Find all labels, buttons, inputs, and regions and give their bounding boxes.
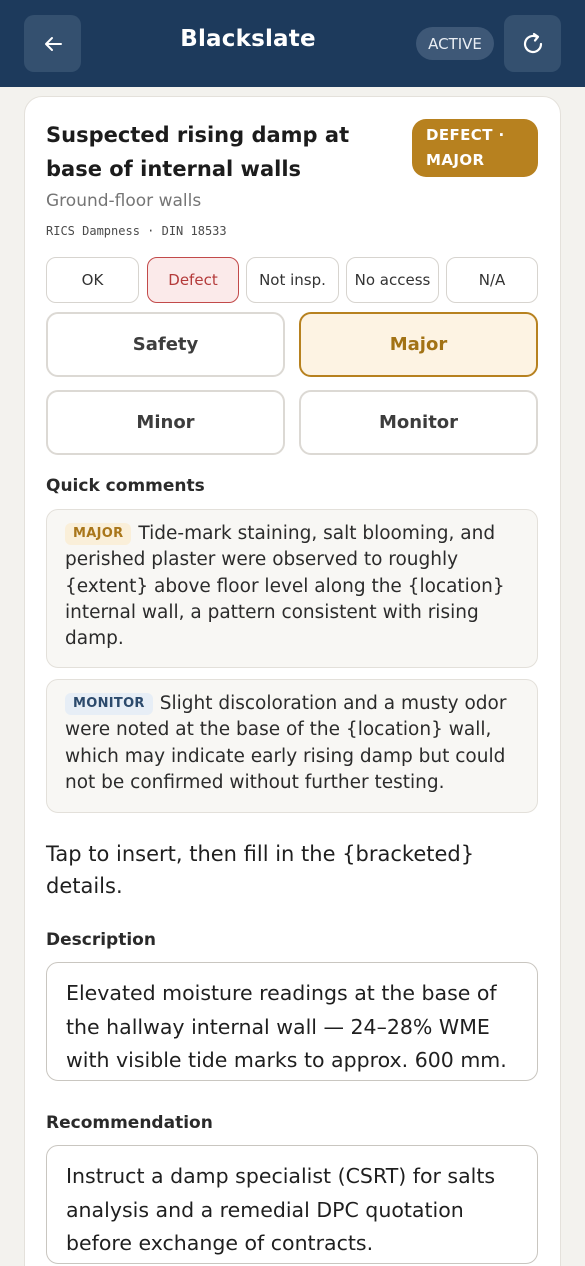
description-field[interactable]: Elevated moisture readings at the base o… — [46, 962, 538, 1081]
back-button[interactable] — [24, 15, 81, 72]
item-title: Suspected rising damp at base of interna… — [46, 123, 350, 181]
severity-badge: DEFECT · MAJOR — [412, 119, 538, 177]
status-badge: ACTIVE — [416, 27, 494, 60]
recommendation-label: Recommendation — [46, 1113, 213, 1133]
quick-comment-major[interactable]: MAJOR Tide-mark staining, salt blooming, … — [46, 509, 538, 668]
app-title: Blackslate — [180, 26, 316, 52]
status-option-no-access[interactable]: No access — [346, 257, 439, 303]
quick-comments-label: Quick comments — [46, 476, 205, 496]
severity-option-major[interactable]: Major — [299, 312, 538, 377]
arrow-left-icon — [44, 36, 62, 51]
comment-tag-major: MAJOR — [65, 523, 132, 545]
comment-text: Tide-mark staining, salt blooming, and p… — [65, 523, 505, 650]
comment-tag-monitor: MONITOR — [65, 693, 153, 715]
status-option-ok[interactable]: OK — [46, 257, 139, 303]
severity-option-minor[interactable]: Minor — [46, 390, 285, 455]
refresh-icon — [523, 32, 542, 53]
severity-option-monitor[interactable]: Monitor — [299, 390, 538, 455]
recommendation-field[interactable]: Instruct a damp specialist (CSRT) for sa… — [46, 1145, 538, 1264]
insert-hint: Tap to insert, then fill in the {bracket… — [46, 842, 475, 898]
status-option-na[interactable]: N/A — [446, 257, 538, 303]
quick-comment-monitor[interactable]: MONITOR Slight discoloration and a musty … — [46, 679, 538, 813]
status-option-not-inspected[interactable]: Not insp. — [246, 257, 339, 303]
severity-option-safety[interactable]: Safety — [46, 312, 285, 377]
item-standards: RICS Dampness · DIN 18533 — [46, 224, 227, 238]
status-option-defect[interactable]: Defect — [147, 257, 239, 303]
description-label: Description — [46, 930, 156, 950]
item-location: Ground-floor walls — [46, 191, 202, 211]
refresh-button[interactable] — [504, 15, 561, 72]
